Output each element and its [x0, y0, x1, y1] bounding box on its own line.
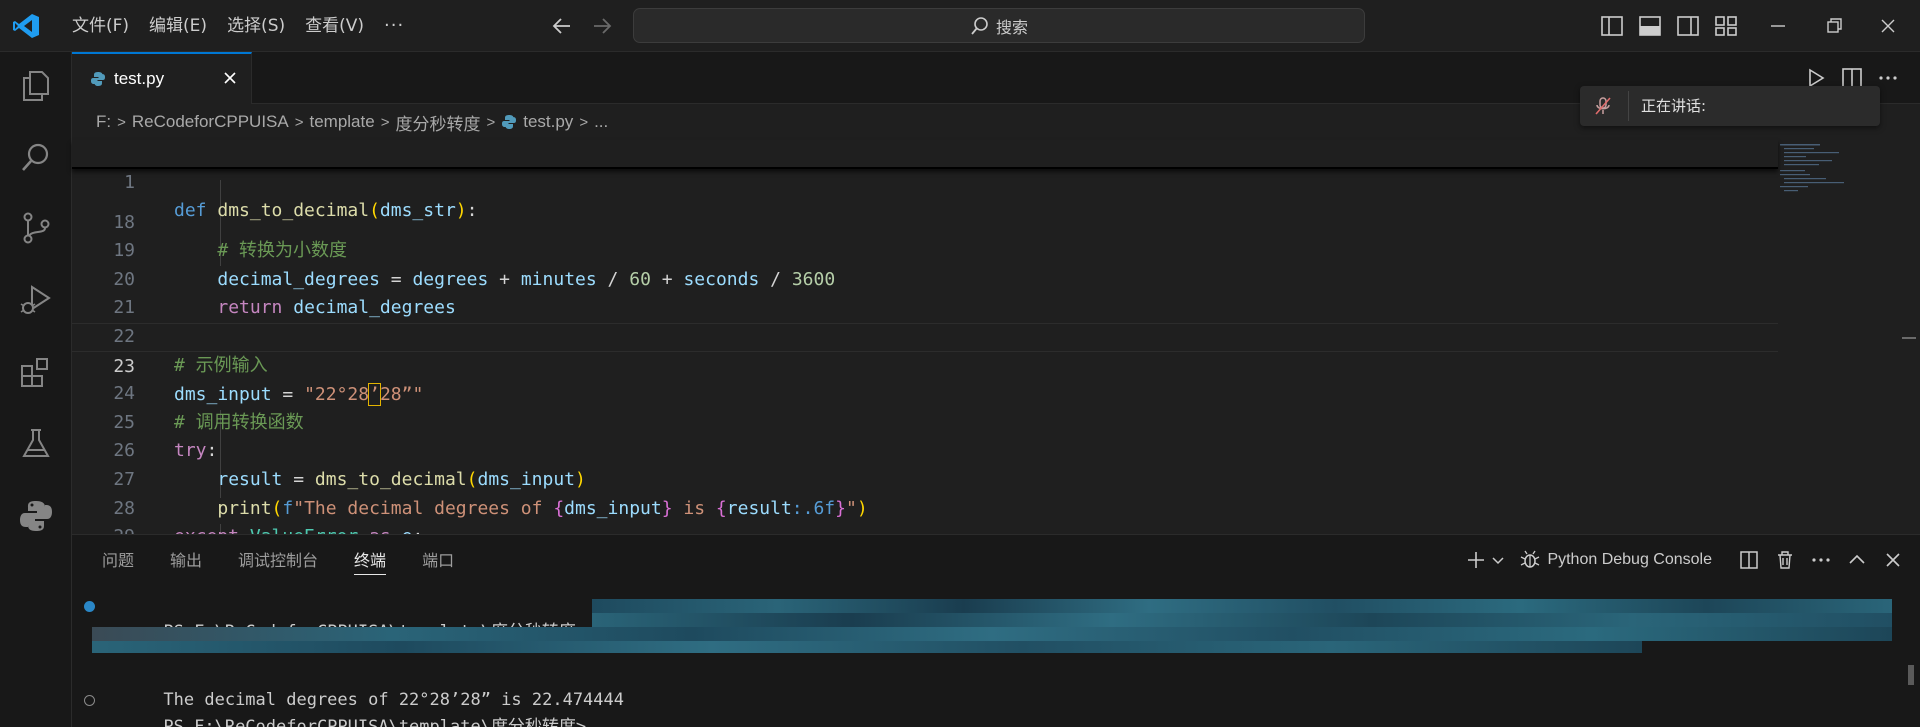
- terminal-line: The decimal degrees of 22°28’28” is 22.4…: [163, 690, 624, 710]
- chevron-right-icon: >: [579, 113, 589, 131]
- close-icon[interactable]: [221, 69, 239, 87]
- search-icon[interactable]: [18, 140, 54, 176]
- chevron-right-icon: >: [380, 113, 390, 131]
- back-arrow-icon[interactable]: [550, 14, 574, 38]
- python-icon[interactable]: [18, 498, 54, 534]
- panel-tabs: 问题 输出 调试控制台 终端 端口: [102, 535, 490, 587]
- close-icon[interactable]: [1882, 549, 1904, 571]
- python-file-icon: [91, 72, 105, 86]
- bottom-panel: 问题 输出 调试控制台 终端 端口 Python Debug Console T…: [72, 534, 1920, 727]
- code-line-current[interactable]: 23 dms_input = "22°28’28”": [72, 323, 1778, 407]
- redacted-region: [92, 627, 1892, 641]
- chevron-up-icon[interactable]: [1846, 549, 1868, 571]
- chevron-right-icon: >: [486, 113, 496, 131]
- terminal-line: PS F:\ReCodeforCPPUISA\template\度分秒转度>: [163, 717, 587, 727]
- search-icon: [971, 16, 988, 35]
- code-line[interactable]: 30: [72, 523, 1778, 534]
- code-line[interactable]: 25 try:: [72, 380, 1778, 462]
- code-editor[interactable]: 1 def dms_to_decimal(dms_str): 18 # 转换为小…: [72, 140, 1920, 576]
- title-bar: 文件(F) 编辑(E) 选择(S) 查看(V) ··· 搜索: [0, 0, 1920, 52]
- breadcrumb-folder-template[interactable]: template: [309, 112, 374, 132]
- code-line[interactable]: 27 print(f"The decimal degrees of {dms_i…: [72, 437, 1778, 519]
- more-icon[interactable]: [1876, 66, 1900, 90]
- run-debug-icon[interactable]: [18, 282, 54, 318]
- bug-icon: [1521, 550, 1540, 568]
- command-empty-dot[interactable]: [84, 695, 95, 706]
- scrollbar-cursor-marker: [1902, 337, 1916, 339]
- search-label: 搜索: [995, 17, 1028, 37]
- sticky-scroll-line[interactable]: 1 def dms_to_decimal(dms_str):: [72, 140, 1778, 221]
- breadcrumb-folder-root[interactable]: ReCodeforCPPUISA: [132, 112, 289, 132]
- menu-more-button[interactable]: ···: [374, 11, 414, 41]
- menu-selection[interactable]: 选择(S): [217, 11, 295, 41]
- speaking-label: 正在讲话:: [1628, 91, 1706, 121]
- vscode-logo-icon: [13, 14, 39, 38]
- source-control-icon[interactable]: [18, 210, 54, 246]
- breadcrumb-folder-dms[interactable]: 度分秒转度: [395, 110, 480, 135]
- code-line[interactable]: 29 print(e): [72, 495, 1778, 576]
- activity-bar: [0, 52, 72, 727]
- terminal-line: PS F:\ReCodeforCPPUISA\template\度分秒转度>: [102, 593, 586, 642]
- chevron-right-icon: >: [117, 113, 126, 131]
- chevron-right-icon: >: [294, 113, 304, 131]
- minimap[interactable]: [1778, 140, 1860, 200]
- restore-icon[interactable]: [1822, 14, 1846, 38]
- files-icon[interactable]: [18, 68, 54, 104]
- command-center-search[interactable]: 搜索: [633, 8, 1365, 43]
- breadcrumb-symbols[interactable]: ...: [594, 112, 608, 132]
- code-line[interactable]: 22 # 示例输入: [72, 294, 1778, 376]
- trash-icon[interactable]: [1774, 549, 1796, 571]
- menu-bar: 文件(F) 编辑(E) 选择(S) 查看(V) ···: [62, 0, 414, 52]
- forward-arrow-icon[interactable]: [590, 14, 614, 38]
- panel-toolbar: Python Debug Console: [1465, 549, 1904, 571]
- tab-terminal[interactable]: 终端: [354, 535, 387, 587]
- terminal-scrollbar[interactable]: [1908, 665, 1914, 685]
- code-line[interactable]: 20 return decimal_degrees: [72, 237, 1778, 319]
- breadcrumb-file[interactable]: test.py: [523, 112, 573, 132]
- close-window-icon[interactable]: [1876, 14, 1900, 38]
- plus-icon[interactable]: [1465, 549, 1487, 571]
- speaking-notification[interactable]: 正在讲话:: [1580, 86, 1880, 126]
- tab-test-py[interactable]: test.py: [72, 52, 252, 104]
- code-line[interactable]: 26 result = dms_to_decimal(dms_input): [72, 409, 1778, 490]
- tab-debug-console[interactable]: 调试控制台: [238, 535, 318, 587]
- chevron-down-icon[interactable]: [1491, 553, 1505, 567]
- tab-label: test.py: [114, 69, 165, 88]
- command-success-dot[interactable]: [84, 601, 95, 612]
- customize-layout-icon[interactable]: [1714, 14, 1738, 38]
- minimize-icon[interactable]: [1766, 14, 1790, 38]
- code-text: def dms_to_decimal(dms_str):: [174, 200, 478, 222]
- mic-muted-icon: [1595, 97, 1611, 115]
- terminal-name[interactable]: Python Debug Console: [1547, 551, 1712, 569]
- testing-icon[interactable]: [18, 426, 54, 462]
- line-number: 1: [124, 171, 135, 193]
- split-terminal-icon[interactable]: [1738, 549, 1760, 571]
- redacted-region: [592, 599, 1892, 613]
- menu-edit[interactable]: 编辑(E): [139, 11, 217, 41]
- toggle-primary-sidebar-icon[interactable]: [1600, 14, 1624, 38]
- code-line[interactable]: 24 # 调用转换函数: [72, 352, 1778, 433]
- editor-scrollbar[interactable]: [1900, 140, 1916, 534]
- tab-problems[interactable]: 问题: [102, 535, 134, 587]
- redacted-region: [592, 613, 1892, 627]
- menu-file[interactable]: 文件(F): [62, 11, 139, 41]
- more-icon[interactable]: [1810, 549, 1832, 571]
- tab-output[interactable]: 输出: [170, 535, 202, 587]
- python-file-icon: [502, 115, 517, 129]
- toggle-secondary-sidebar-icon[interactable]: [1676, 14, 1700, 38]
- redacted-region: [92, 641, 1642, 653]
- breadcrumb-drive[interactable]: F:: [96, 112, 111, 132]
- menu-view[interactable]: 查看(V): [295, 11, 374, 41]
- tab-ports[interactable]: 端口: [422, 535, 454, 587]
- toggle-panel-icon[interactable]: [1638, 14, 1662, 38]
- breadcrumb: F: > ReCodeforCPPUISA > template > 度分秒转度…: [72, 104, 608, 140]
- code-line[interactable]: 28 except ValueError as e:: [72, 466, 1778, 548]
- extensions-icon[interactable]: [18, 354, 54, 390]
- code-line[interactable]: 21: [72, 266, 1778, 318]
